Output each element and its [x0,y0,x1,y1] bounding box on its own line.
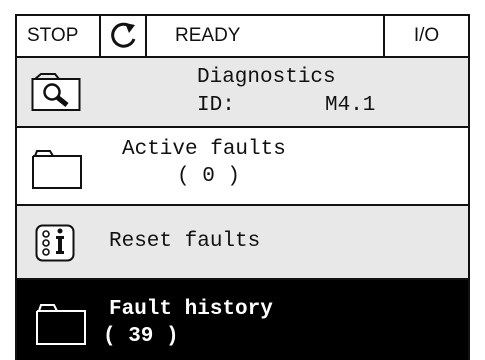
magnifier-icon [31,72,81,117]
menu-header: Diagnostics ID: M4.1 [17,58,468,128]
reset-icon [35,224,75,267]
menu-item-label: Fault history [109,298,273,321]
menu-item-fault-history[interactable]: Fault history ( 39 ) [17,280,468,360]
folder-icon [35,302,87,351]
status-bar: STOP READY I/O [17,16,468,58]
menu-item-reset-faults[interactable]: Reset faults [17,206,468,280]
page-title: Diagnostics [197,66,336,89]
page-id-value: M4.1 [325,94,376,117]
menu-item-label: Reset faults [109,230,261,253]
menu-item-label: Active faults [122,138,286,161]
status-stop: STOP [17,16,101,56]
menu-item-value: ( 39 ) [103,325,179,348]
page-id-label: ID: [197,94,235,117]
menu-item-value: ( 0 ) [177,165,241,188]
rotation-direction-icon [101,16,147,56]
menu-item-active-faults[interactable]: Active faults ( 0 ) [17,128,468,206]
status-control-place: I/O [413,25,440,46]
folder-icon [31,148,83,195]
keypad-display: STOP READY I/O Diagnostics ID: M4.1 Acti… [15,14,470,360]
status-ready: READY [147,16,385,56]
